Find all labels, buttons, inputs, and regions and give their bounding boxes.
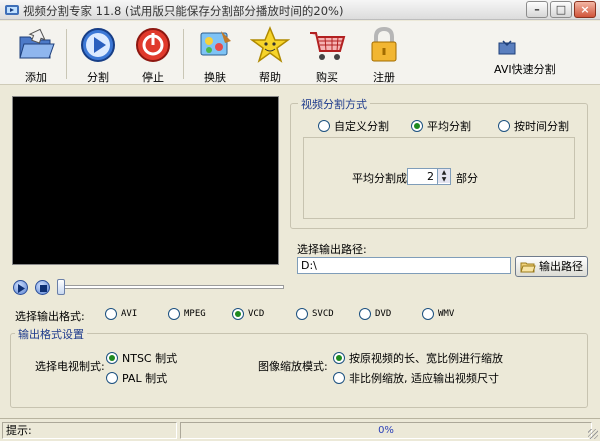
stop-square-icon [40, 285, 47, 292]
play-split-icon [81, 28, 115, 62]
skin-button[interactable]: 换肤 [190, 23, 240, 84]
stop-playback-button[interactable] [35, 280, 50, 295]
radio-dot [232, 308, 244, 320]
split-unit-label: 部分 [456, 172, 478, 185]
buy-label: 购买 [316, 71, 338, 84]
help-label: 帮助 [259, 71, 281, 84]
format-mpeg-radio[interactable]: MPEG [168, 308, 206, 320]
minimize-icon: – [534, 3, 540, 16]
shopping-cart-icon [310, 32, 346, 60]
status-hint: 提示: [2, 422, 177, 439]
play-button[interactable] [13, 280, 28, 295]
toolbar-separator [183, 29, 184, 79]
format-vcd-radio[interactable]: VCD [232, 308, 264, 320]
avi-fast-split-button[interactable]: AVI快速分割 [494, 61, 556, 77]
tv-system-label: 选择电视制式: [35, 360, 105, 373]
star-help-icon [250, 26, 290, 63]
stop-label: 停止 [142, 71, 164, 84]
radio-dot [105, 308, 117, 320]
stepper-down-icon[interactable]: ▼ [438, 176, 450, 183]
scale-stretch-radio[interactable]: 非比例缩放, 适应输出视频尺寸 [333, 370, 499, 386]
output-path-button[interactable]: 输出路径 [515, 256, 588, 277]
output-path-input[interactable]: D:\ [297, 257, 511, 274]
radio-dot [168, 308, 180, 320]
maximize-button[interactable]: □ [550, 1, 572, 18]
maximize-icon: □ [555, 3, 567, 16]
stop-button[interactable]: 停止 [128, 23, 178, 84]
close-icon: × [580, 3, 590, 16]
tv-ntsc-radio[interactable]: NTSC 制式 [106, 350, 177, 366]
add-button[interactable]: 添加 [11, 23, 61, 84]
radio-dot [106, 352, 118, 364]
folder-icon [520, 262, 536, 273]
stepper-up-icon[interactable]: ▲ [438, 169, 450, 176]
output-format-label: 选择输出格式: [15, 310, 85, 323]
radio-dot [318, 120, 330, 132]
output-path-label: 选择输出路径: [297, 243, 367, 256]
folder-open-icon [19, 28, 55, 59]
radio-dot [498, 120, 510, 132]
avi-fast-split-icon [498, 40, 516, 55]
app-icon [5, 5, 19, 15]
play-icon [18, 284, 25, 293]
toolbar: 添加 分割 停止 换肤 帮助 购买 注册 AVI快速分割 [0, 21, 600, 85]
resize-grip-icon[interactable] [588, 429, 598, 439]
split-mode-title: 视频分割方式 [298, 96, 370, 112]
minimize-button[interactable]: – [526, 1, 548, 18]
radio-dot [296, 308, 308, 320]
split-mode-average-radio[interactable]: 平均分割 [411, 118, 471, 134]
radio-dot [411, 120, 423, 132]
add-label: 添加 [25, 71, 47, 84]
split-label: 分割 [87, 71, 109, 84]
window-title: 视频分割专家 11.8 (试用版只能保存分割部分播放时间的20%) [23, 4, 344, 18]
split-count-stepper[interactable]: 2 ▲ ▼ [407, 168, 451, 185]
average-split-label: 平均分割成 [352, 172, 407, 185]
buy-button[interactable]: 购买 [302, 23, 352, 84]
radio-dot [359, 308, 371, 320]
tv-pal-radio[interactable]: PAL 制式 [106, 370, 167, 386]
register-label: 注册 [373, 71, 395, 84]
lock-icon [371, 26, 397, 62]
title-bar: 视频分割专家 11.8 (试用版只能保存分割部分播放时间的20%) – □ × [0, 0, 600, 20]
format-dvd-radio[interactable]: DVD [359, 308, 391, 320]
split-button[interactable]: 分割 [73, 23, 123, 84]
radio-dot [106, 372, 118, 384]
skin-label: 换肤 [204, 71, 226, 84]
playback-slider-thumb[interactable] [57, 279, 65, 295]
stop-icon [136, 28, 170, 62]
format-avi-radio[interactable]: AVI [105, 308, 137, 320]
format-settings-title: 输出格式设置 [15, 326, 87, 342]
split-mode-custom-radio[interactable]: 自定义分割 [318, 118, 389, 134]
split-mode-time-radio[interactable]: 按时间分割 [498, 118, 569, 134]
status-bar: 提示: 0% [0, 418, 600, 441]
radio-dot [333, 372, 345, 384]
toolbar-separator [66, 29, 67, 79]
split-count-value: 2 [427, 170, 434, 183]
scale-mode-label: 图像缩放模式: [258, 360, 328, 373]
scale-keep-ratio-radio[interactable]: 按原视频的长、宽比例进行缩放 [333, 350, 503, 366]
format-svcd-radio[interactable]: SVCD [296, 308, 334, 320]
skin-icon [200, 31, 231, 56]
video-preview [12, 96, 279, 265]
close-button[interactable]: × [574, 1, 596, 18]
register-button[interactable]: 注册 [359, 23, 409, 84]
playback-slider-track[interactable] [60, 285, 284, 289]
radio-dot [422, 308, 434, 320]
format-wmv-radio[interactable]: WMV [422, 308, 454, 320]
help-button[interactable]: 帮助 [245, 23, 295, 84]
radio-dot [333, 352, 345, 364]
progress-text: 0% [180, 422, 592, 439]
